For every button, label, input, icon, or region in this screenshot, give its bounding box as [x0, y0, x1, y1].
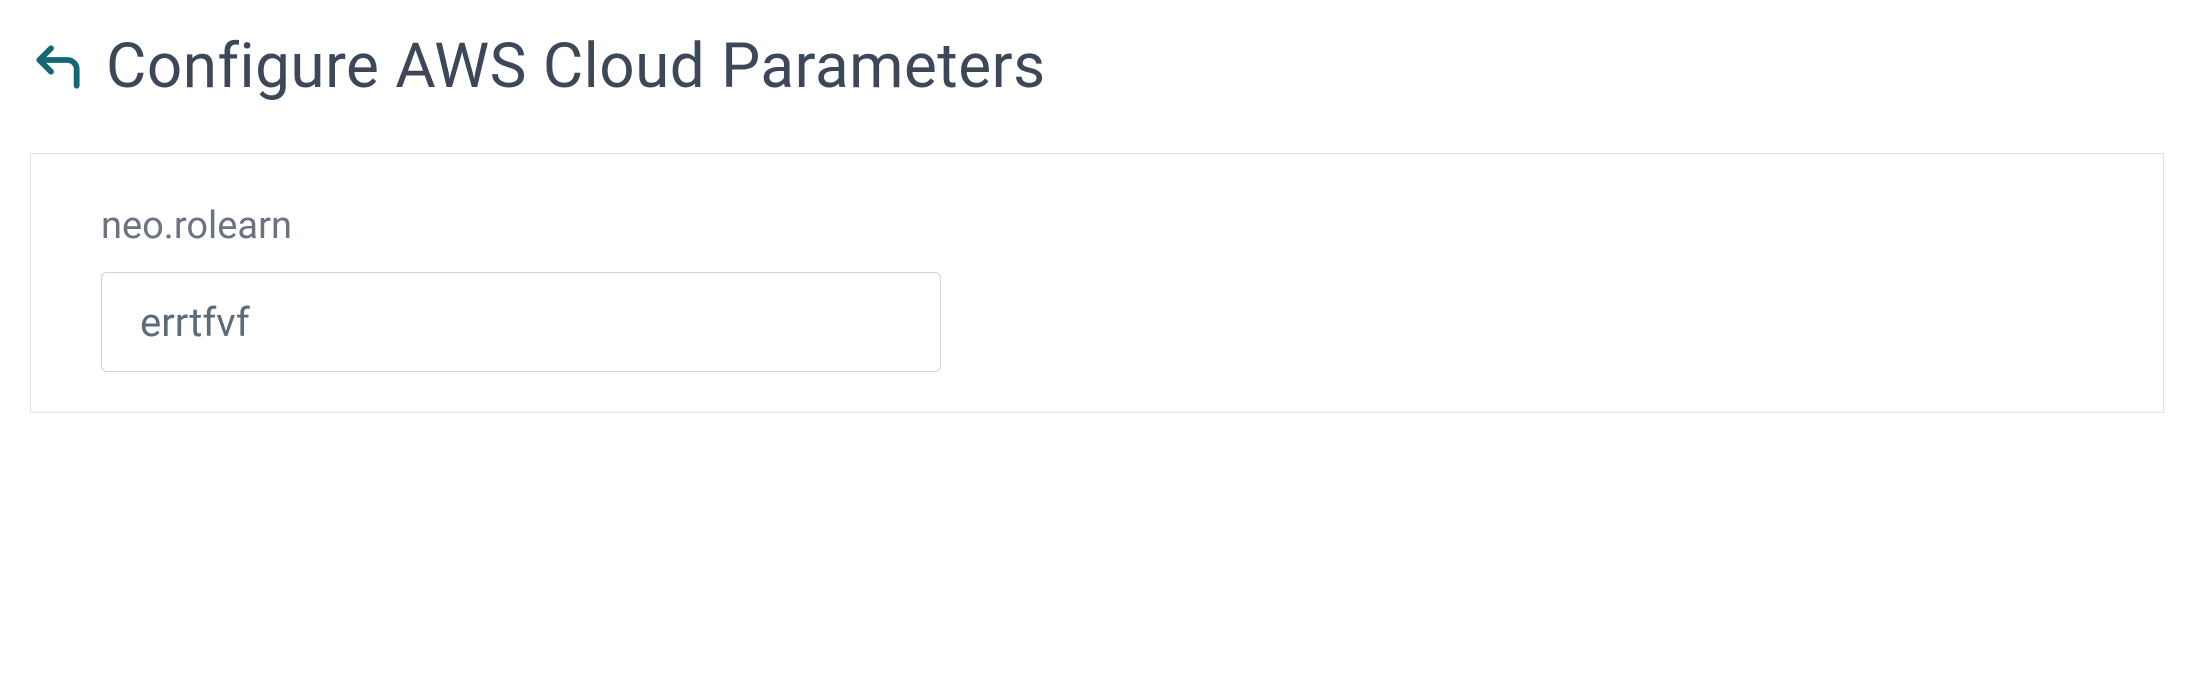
back-icon[interactable]: [30, 39, 86, 95]
page-title: Configure AWS Cloud Parameters: [106, 30, 1046, 103]
field-neo-rolearn: neo.rolearn: [101, 204, 2093, 372]
parameters-panel: neo.rolearn: [30, 153, 2164, 413]
field-label: neo.rolearn: [101, 204, 2093, 248]
page-header: Configure AWS Cloud Parameters: [30, 30, 2164, 103]
neo-rolearn-input[interactable]: [101, 272, 941, 372]
